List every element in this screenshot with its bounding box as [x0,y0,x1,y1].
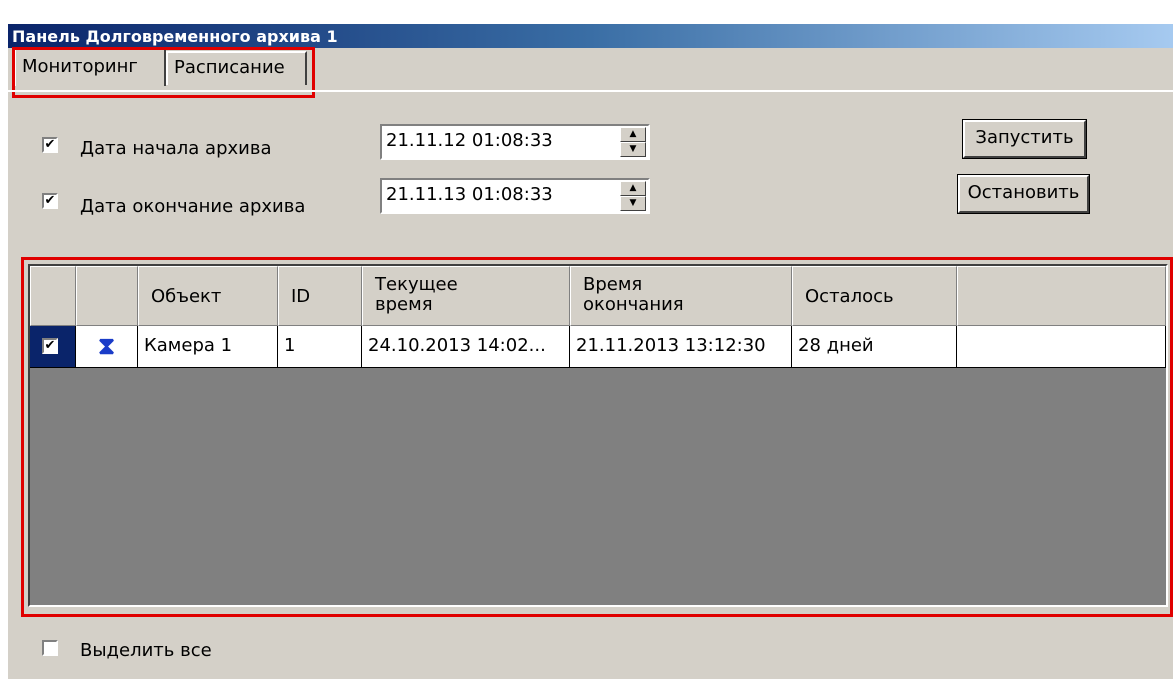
column-header-current-time-line1: Текущее [375,274,458,295]
spin-up-icon[interactable]: ▲ [620,127,646,142]
start-button[interactable]: Запустить [963,120,1086,158]
spin-up-icon[interactable]: ▲ [620,181,646,196]
column-header-current-time-line2: время [375,294,433,315]
archive-end-label: Дата окончание архива [80,196,306,217]
hourglass-icon: ⧗ [98,332,115,360]
archive-start-checkbox[interactable]: ✔ [42,137,58,153]
table-row-select-cell[interactable]: ✔ [30,326,76,368]
archive-end-spinner[interactable]: ▲ ▼ [620,181,646,211]
table-cell-id[interactable]: 1 [278,326,362,368]
column-header-select [30,266,76,326]
column-header-id[interactable]: ID [278,266,362,326]
archive-start-datetime-field[interactable]: 21.11.12 01:08:33 [380,124,650,160]
tab-monitoring[interactable]: Мониторинг [14,48,166,86]
column-header-end-time[interactable]: Время окончания [570,266,792,326]
archive-start-spinner[interactable]: ▲ ▼ [620,127,646,157]
table-row-status-cell: ⧗ [76,326,138,368]
stop-button[interactable]: Остановить [958,175,1089,213]
column-header-object[interactable]: Объект [138,266,278,326]
table-cell-remaining[interactable]: 28 дней [792,326,957,368]
select-all-checkbox[interactable] [42,640,58,656]
archive-end-checkbox[interactable]: ✔ [42,193,58,209]
archive-start-label: Дата начала архива [80,138,272,159]
column-header-end-time-line2: окончания [583,294,684,315]
column-header-filler [957,266,1166,326]
table-cell-current-time[interactable]: 24.10.2013 14:02... [362,326,570,368]
tab-schedule[interactable]: Расписание [166,51,307,85]
column-header-end-time-line1: Время [583,274,643,295]
archive-end-datetime-field[interactable]: 21.11.13 01:08:33 [380,178,650,214]
column-header-remaining[interactable]: Осталось [792,266,957,326]
column-header-current-time[interactable]: Текущее время [362,266,570,326]
row-select-checkbox[interactable]: ✔ [42,338,58,354]
window-title: Панель Долговременного архива 1 [12,27,338,46]
table-cell-object[interactable]: Камера 1 [138,326,278,368]
column-header-status [76,266,138,326]
spin-down-icon[interactable]: ▼ [620,142,646,157]
select-all-label: Выделить все [80,640,212,661]
title-bar: Панель Долговременного архива 1 [8,24,1173,48]
spin-down-icon[interactable]: ▼ [620,196,646,211]
table-cell-filler [957,326,1166,368]
table-cell-end-time[interactable]: 21.11.2013 13:12:30 [570,326,792,368]
